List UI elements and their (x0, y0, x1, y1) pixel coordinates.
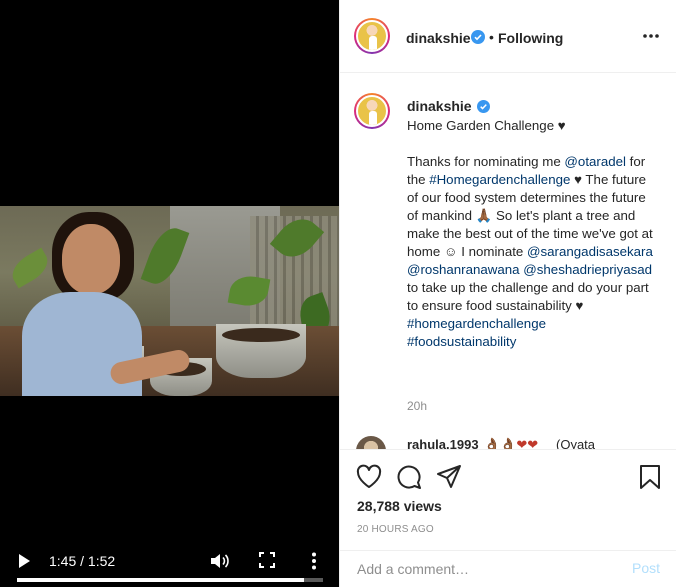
comment-icon[interactable] (396, 464, 422, 490)
share-icon[interactable] (436, 464, 462, 490)
caption-time: 20h (407, 399, 428, 413)
header-username[interactable]: dinakshie (406, 30, 471, 46)
plant-pot (216, 324, 306, 378)
post-side-panel: dinakshie • Following dinakshie Home Gar… (339, 0, 676, 587)
verified-icon (477, 100, 491, 113)
caption-title: Home Garden Challenge ♥ (407, 118, 566, 133)
video-time: 1:45 / 1:52 (49, 553, 116, 569)
post-caption: dinakshie Home Garden Challenge ♥ Thanks… (407, 97, 657, 351)
video-frame[interactable] (0, 206, 339, 396)
heart-icon[interactable] (356, 464, 382, 490)
comments-section: dinakshie Home Garden Challenge ♥ Thanks… (340, 74, 676, 449)
video-progress-bar[interactable] (17, 578, 323, 582)
hashtag-link[interactable]: #homegardenchallenge (407, 316, 546, 331)
caption-text: to take up the challenge and do your par… (407, 280, 649, 313)
post-button[interactable]: Post (632, 560, 660, 576)
header-separator: • (489, 29, 494, 45)
mention-link[interactable]: @roshanranawana (407, 262, 520, 277)
video-controls: 1:45 / 1:52 (0, 537, 339, 587)
plant-leaf (6, 247, 54, 289)
caption-username[interactable]: dinakshie (407, 98, 472, 114)
video-player[interactable]: 1:45 / 1:52 (0, 0, 339, 587)
mention-link[interactable]: @otaradel (564, 154, 626, 169)
person-face (62, 224, 120, 294)
view-count[interactable]: 28,788 views (357, 498, 442, 514)
comment-input[interactable] (357, 559, 617, 579)
avatar[interactable] (356, 436, 386, 449)
hashtag-link[interactable]: #foodsustainability (407, 334, 516, 349)
caption-body: Thanks for nominating me @otaradel for t… (407, 153, 657, 351)
comment-text: (Oyata (556, 437, 596, 449)
post-date: 20 HOURS AGO (357, 524, 434, 535)
fullscreen-icon[interactable] (259, 552, 275, 568)
more-horizontal-icon[interactable] (643, 33, 659, 39)
mention-link[interactable]: @sarangadisasekara (527, 244, 653, 259)
more-vertical-icon[interactable] (310, 552, 318, 570)
video-progress-fill (17, 578, 304, 582)
comment-item: rahula.1993 👌🏾👌🏾❤❤ (Oyata (356, 436, 666, 449)
avatar[interactable] (354, 18, 390, 54)
caption-text: Thanks for nominating me (407, 154, 565, 169)
mention-link[interactable]: @sheshadriepriyasad (523, 262, 652, 277)
post-header: dinakshie • Following (340, 0, 676, 73)
comment-emojis: 👌🏾👌🏾❤❤ (484, 437, 539, 449)
following-button[interactable]: Following (498, 30, 563, 46)
post-actions: 28,788 views 20 HOURS AGO (340, 449, 676, 550)
bookmark-icon[interactable] (637, 464, 663, 490)
volume-icon[interactable] (210, 552, 230, 570)
hashtag-link[interactable]: #Homegardenchallenge (429, 172, 570, 187)
verified-icon (471, 30, 485, 44)
avatar[interactable] (354, 93, 390, 129)
play-icon[interactable] (19, 554, 30, 568)
add-comment-bar: Post (340, 550, 676, 587)
comment-username[interactable]: rahula.1993 (407, 437, 479, 449)
